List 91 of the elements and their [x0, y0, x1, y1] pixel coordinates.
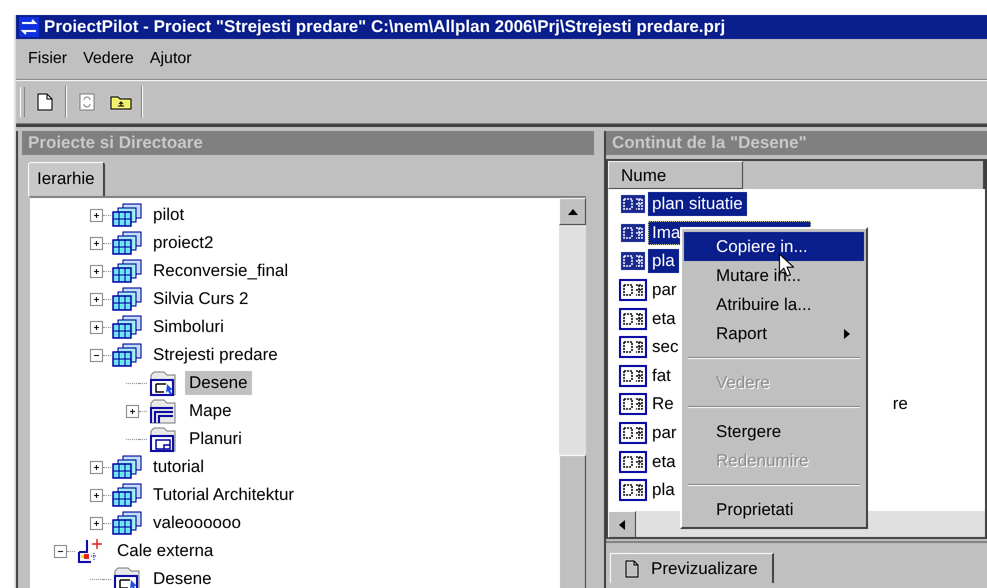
drawing-file-icon — [618, 364, 648, 388]
plus-icon — [92, 322, 101, 332]
left-arrow-icon — [619, 520, 625, 530]
drawing-file-icon — [618, 478, 648, 502]
expand-toggle[interactable] — [126, 404, 139, 418]
plus-icon — [128, 406, 137, 416]
page-icon — [625, 560, 639, 578]
file-name[interactable]: par — [648, 421, 681, 446]
drawing-file-icon — [618, 450, 648, 474]
expand-toggle[interactable] — [90, 516, 103, 530]
project-icon — [111, 342, 143, 368]
expand-toggle[interactable] — [90, 348, 103, 362]
drawing-file-icon — [618, 220, 648, 245]
tab[interactable]: Ierarhie — [28, 162, 105, 196]
menu-item[interactable]: Stergere — [684, 417, 864, 446]
tree-item[interactable]: valeoooooo — [149, 511, 245, 535]
project-icon — [111, 286, 143, 312]
drawing-file-icon — [618, 335, 648, 360]
tree-item[interactable]: Mape — [185, 399, 236, 423]
menu-item[interactable]: Raport — [684, 319, 864, 348]
up-arrow-icon — [568, 208, 578, 214]
project-icon — [111, 314, 143, 340]
file-name[interactable]: fat — [648, 364, 675, 388]
drawing-file-icon — [618, 249, 648, 274]
plus-icon — [92, 490, 101, 500]
app-icon — [19, 17, 39, 37]
file-name[interactable]: sec — [648, 335, 682, 360]
tree-item[interactable]: Tutorial Architektur — [149, 483, 298, 507]
expand-toggle[interactable] — [90, 488, 103, 502]
tree-item[interactable]: Planuri — [185, 427, 246, 451]
column-header[interactable]: Nume — [608, 161, 743, 189]
menu-item[interactable]: Proprietati — [684, 495, 864, 524]
submenu-arrow-icon — [844, 329, 850, 339]
expand-toggle[interactable] — [90, 320, 103, 334]
drawing-file-icon — [618, 278, 648, 302]
project-icon — [111, 454, 143, 480]
plus-icon — [92, 294, 101, 304]
window-title: ProiectPilot - Proiect "Strejesti predare" C:\nem\Allplan 2006\Prj\Strejesti predare.prj — [44, 17, 726, 37]
menu-item[interactable]: Mutare in... — [684, 261, 864, 290]
tree-item[interactable]: Simboluri — [149, 315, 228, 339]
project-icon — [111, 510, 143, 536]
file-name[interactable]: pla — [648, 478, 679, 502]
tree-item[interactable]: Desene — [185, 371, 252, 395]
file-name[interactable]: plan situatie — [648, 192, 747, 216]
expand-toggle[interactable] — [90, 208, 103, 222]
plus-icon — [92, 238, 101, 248]
refresh-icon — [79, 93, 95, 111]
file-name[interactable]: re — [892, 394, 908, 414]
plus-icon — [92, 210, 101, 220]
drawing-file-icon — [618, 392, 648, 416]
project-icon — [111, 482, 143, 508]
file-name[interactable]: Re — [648, 392, 678, 416]
expand-toggle[interactable] — [90, 292, 103, 306]
tree-item[interactable]: Strejesti predare — [149, 343, 282, 367]
menu-item[interactable]: Atribuire la... — [684, 290, 864, 319]
expand-toggle[interactable] — [90, 236, 103, 250]
project-icon — [111, 230, 143, 256]
tree-item[interactable]: tutorial — [149, 455, 208, 479]
scroll-up-button[interactable] — [559, 198, 586, 225]
plus-icon — [92, 266, 101, 276]
expand-toggle[interactable] — [54, 544, 67, 558]
expand-toggle[interactable] — [90, 460, 103, 474]
file-name[interactable]: par — [648, 278, 681, 302]
plus-icon — [92, 518, 101, 528]
tree-item[interactable]: Desene — [149, 567, 216, 588]
menu-item[interactable]: Fisier — [22, 48, 74, 70]
tree-item[interactable]: pilot — [149, 203, 188, 227]
menu-item[interactable]: Vedere — [77, 48, 140, 70]
file-name[interactable]: eta — [648, 306, 680, 331]
preview-tab[interactable]: Previzualizare — [610, 553, 774, 583]
document-icon — [37, 93, 53, 111]
panel-title: Continut de la "Desene" — [606, 131, 987, 155]
folder-up-icon — [110, 94, 132, 110]
expand-toggle[interactable] — [90, 264, 103, 278]
drawing-file-icon — [618, 306, 648, 331]
menu-item[interactable]: Ajutor — [144, 48, 198, 70]
project-icon — [111, 202, 143, 228]
scroll-left-button[interactable] — [608, 511, 636, 538]
file-name[interactable]: pla — [648, 249, 679, 274]
plus-icon — [92, 462, 101, 472]
project-icon — [111, 258, 143, 284]
file-name[interactable]: eta — [648, 450, 680, 474]
tree-item[interactable]: Reconversie_final — [149, 259, 292, 283]
panel-title: Proiecte si Directoare — [22, 131, 594, 155]
tree-item[interactable]: Silvia Curs 2 — [149, 287, 252, 311]
tree-item[interactable]: proiect2 — [149, 231, 218, 255]
drawing-file-icon — [618, 421, 648, 446]
menu-item[interactable]: Copiere in... — [684, 232, 864, 261]
drawing-file-icon — [618, 192, 648, 216]
vertical-scrollbar[interactable] — [559, 198, 586, 588]
tree-item[interactable]: Cale externa — [113, 539, 218, 563]
